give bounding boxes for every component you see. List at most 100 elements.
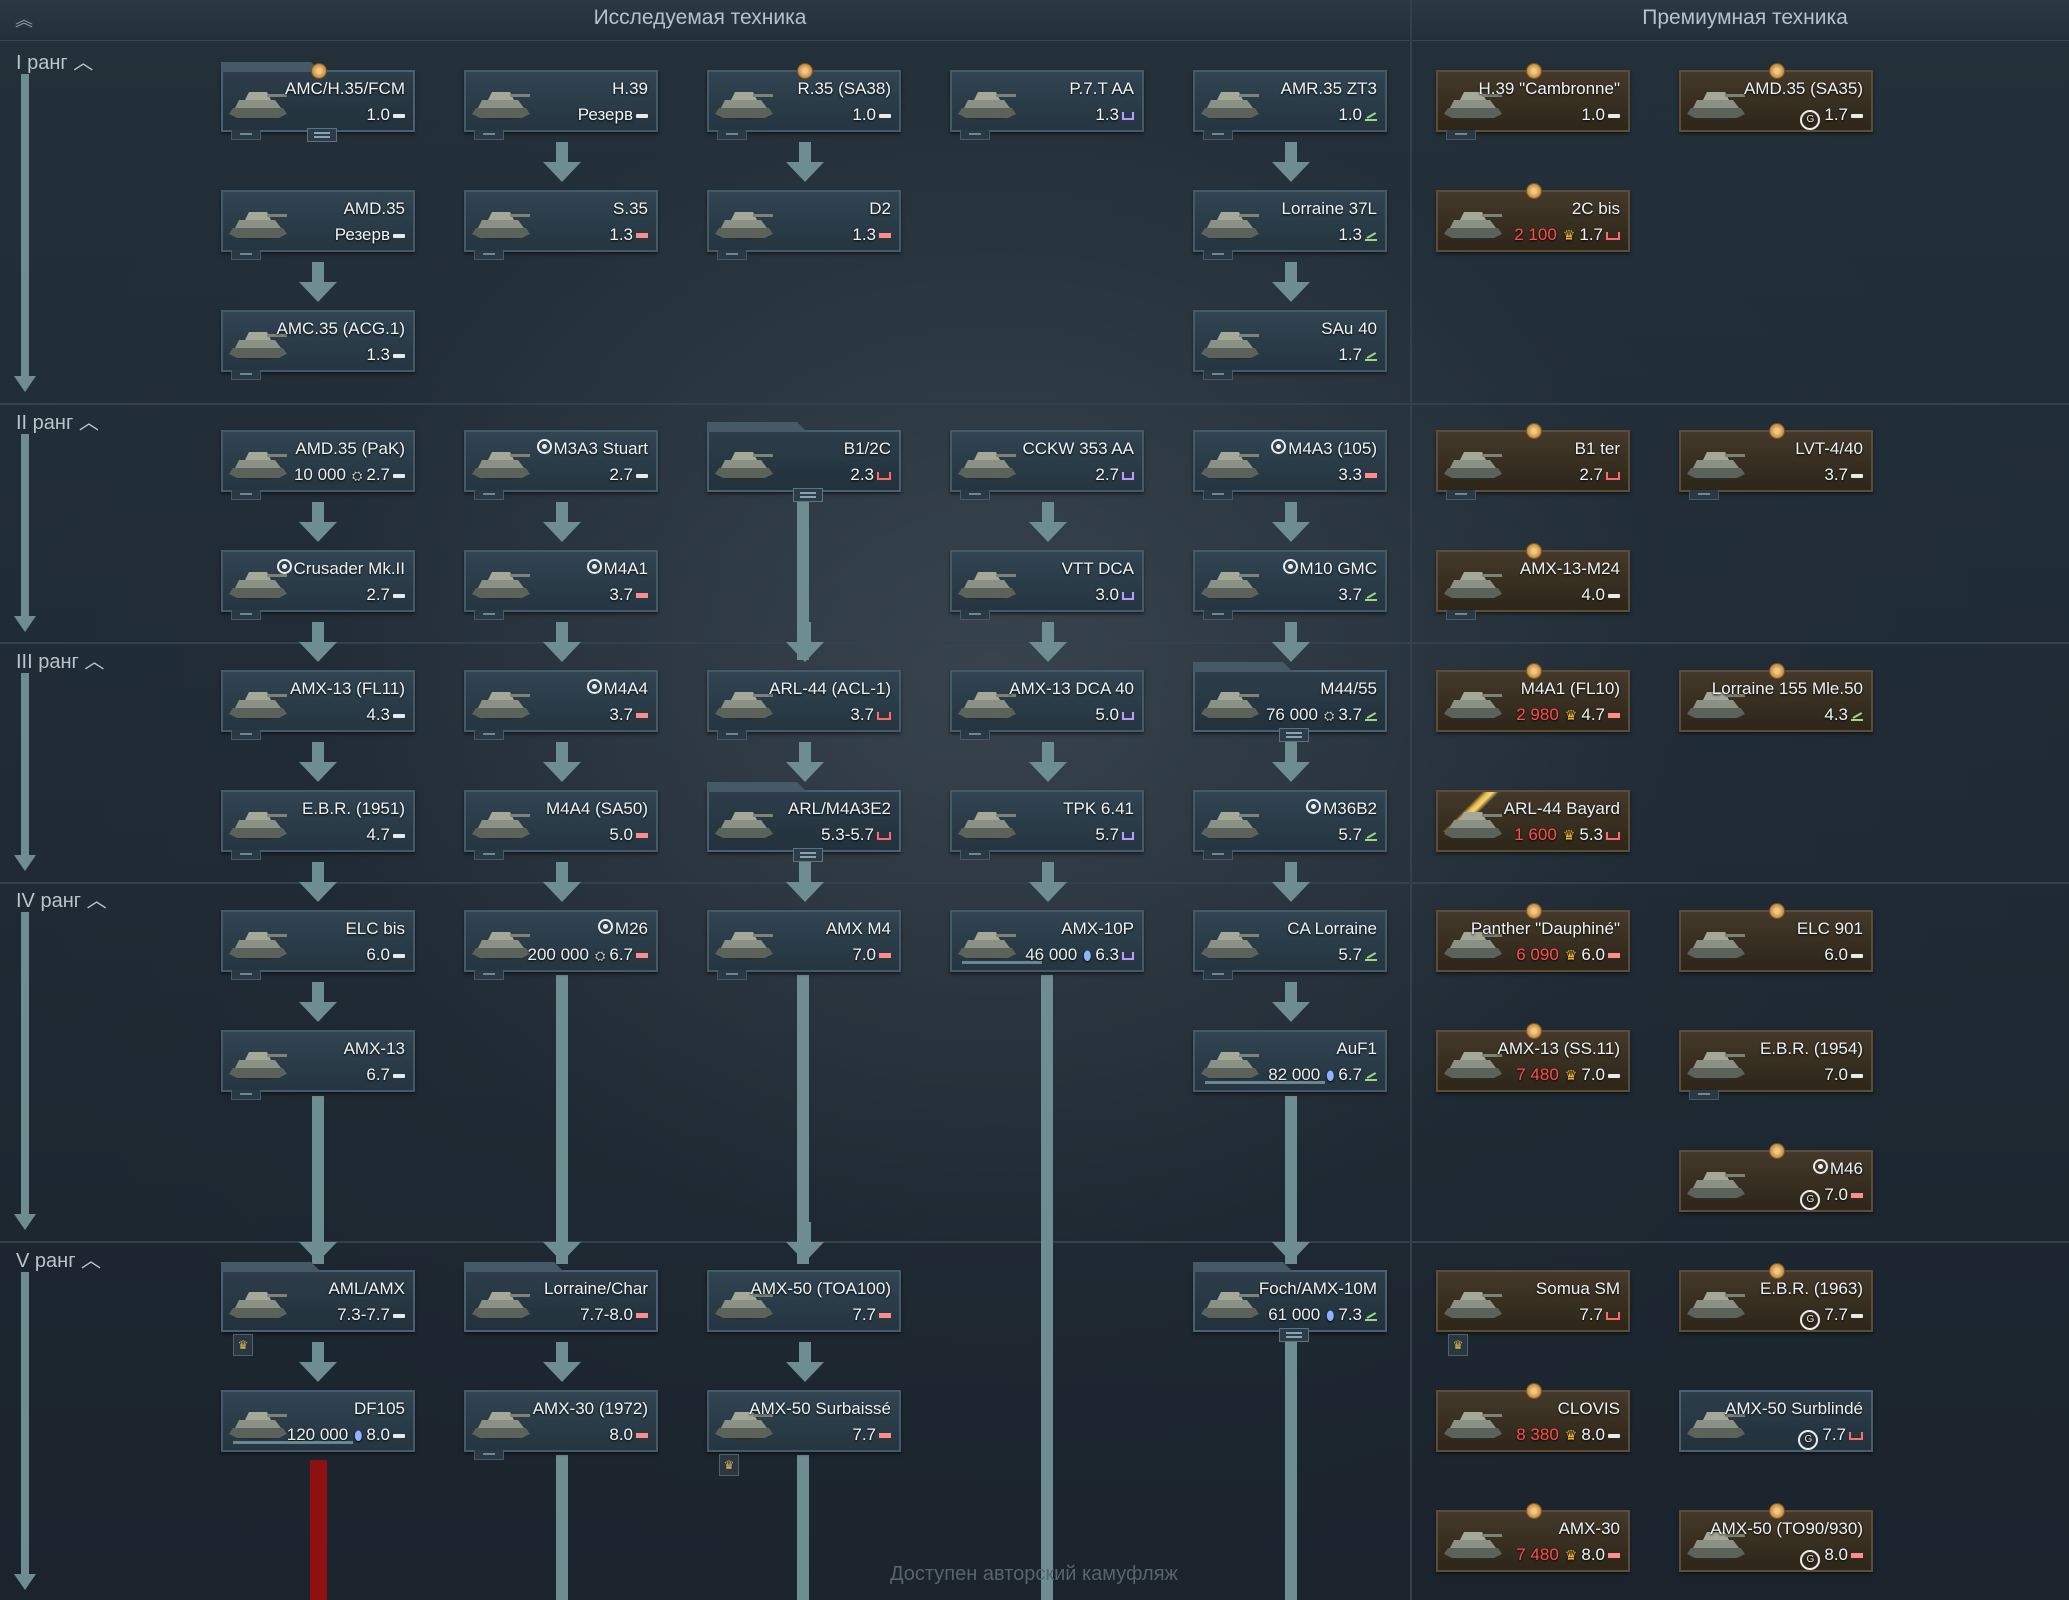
vehicle-card[interactable]: AMD.35 Резерв — [221, 190, 415, 260]
vehicle-card[interactable]: AMX-30 (1972) 8.0 — [464, 1390, 658, 1460]
vehicle-card[interactable]: M26 200 000 ⛭ 6.7 — [464, 910, 658, 980]
unlock-badge-icon — [1526, 423, 1542, 439]
premium-vehicle-card[interactable]: 2C bis 2 100 ♛ 1.7 — [1436, 183, 1630, 252]
arrow-down-icon — [1029, 622, 1067, 662]
vehicle-name: E.B.R. (1963) — [1760, 1279, 1863, 1298]
double-chevron-up-icon[interactable]: ︽ — [8, 6, 40, 34]
silver-lions-icon: ⬮ — [1326, 1068, 1335, 1083]
vehicle-card[interactable]: M4A4 3.7 — [464, 670, 658, 740]
vehicle-name: M4A1 — [586, 559, 648, 579]
vehicle-name: E.B.R. (1954) — [1760, 1039, 1863, 1058]
vehicle-card[interactable]: AML/AMX 7.3-7.7 ♛ — [221, 1262, 415, 1356]
vehicle-card[interactable]: H.39 Резерв — [464, 70, 658, 140]
tree-connector — [556, 975, 568, 1264]
premium-vehicle-card[interactable]: Panther "Dauphiné" 6 090 ♛ 6.0 — [1436, 903, 1630, 972]
vehicle-card[interactable]: CA Lorraine 5.7 — [1193, 910, 1387, 980]
research-points-icon: ⛭ — [594, 948, 606, 963]
vehicle-name: 2C bis — [1571, 199, 1620, 218]
light-tank-icon — [636, 113, 648, 118]
vehicle-card[interactable]: AMX-50 (TOA100) 7.7 — [707, 1270, 901, 1332]
premium-vehicle-card[interactable]: CLOVIS 8 380 ♛ 8.0 — [1436, 1383, 1630, 1452]
vehicle-name: CA Lorraine — [1287, 919, 1377, 938]
premium-vehicle-card[interactable]: LVT-4/40 3.7 — [1679, 423, 1873, 500]
light-tank-icon — [1851, 1313, 1863, 1318]
rank-label-5[interactable]: V ранг ︿ — [16, 1244, 101, 1273]
vehicle-card[interactable]: AMX-50 Surbaissé 7.7 ♛ — [707, 1390, 901, 1476]
vehicle-card[interactable]: M10 GMC 3.7 — [1193, 550, 1387, 620]
vehicle-card[interactable]: SAu 40 1.7 — [1193, 310, 1387, 380]
tank-icon — [229, 1052, 287, 1080]
vehicle-card[interactable]: AMC.35 (ACG.1) 1.3 — [221, 310, 415, 380]
vehicle-name: AMX-30 (1972) — [532, 1399, 648, 1418]
medium-tank-icon — [879, 233, 891, 239]
vehicle-card[interactable]: AMC/H.35/FCM 1.0 — [221, 62, 415, 142]
vehicle-card[interactable]: ELC bis 6.0 — [221, 910, 415, 980]
rank-label-1[interactable]: I ранг ︿ — [16, 46, 93, 75]
premium-vehicle-card[interactable]: E.B.R. (1954) 7.0 — [1679, 1030, 1873, 1100]
vehicle-card[interactable]: AMX-13 (FL11) 4.3 — [221, 670, 415, 740]
vehicle-card[interactable]: AMX-10P 46 000 ⬮ 6.3 — [950, 910, 1144, 972]
premium-vehicle-card[interactable]: B1 ter 2.7 — [1436, 423, 1630, 500]
vehicle-card[interactable]: M36B2 5.7 — [1193, 790, 1387, 860]
vehicle-card[interactable]: ARL/M4A3E2 5.3-5.7 — [707, 782, 901, 862]
vehicle-card[interactable]: M4A4 (SA50) 5.0 — [464, 790, 658, 860]
vehicle-card[interactable]: CCKW 353 AA 2.7 — [950, 430, 1144, 500]
arrow-down-icon — [543, 742, 581, 782]
vehicle-card[interactable]: AMD.35 (PaK) 10 000 ⛭ 2.7 — [221, 430, 415, 500]
vehicle-card[interactable]: Lorraine 37L 1.3 — [1193, 190, 1387, 260]
premium-vehicle-card[interactable]: AMX-13 (SS.11) 7 480 ♛ 7.0 — [1436, 1023, 1630, 1092]
rank-arrow — [14, 1272, 36, 1590]
premium-vehicle-card[interactable]: AMX-13-M24 4.0 — [1436, 543, 1630, 620]
arrow-down-icon — [786, 622, 824, 662]
medium-tank-icon — [1608, 713, 1620, 719]
arrow-down-icon — [1272, 862, 1310, 902]
rank-label-2[interactable]: II ранг ︿ — [16, 406, 99, 435]
vehicle-card[interactable]: AMX-13 6.7 — [221, 1030, 415, 1100]
premium-vehicle-card[interactable]: Lorraine 155 Mle.50 4.3 — [1679, 663, 1873, 732]
vehicle-card[interactable]: AMX-13 DCA 40 5.0 — [950, 670, 1144, 740]
rank-label-4[interactable]: IV ранг ︿ — [16, 884, 107, 913]
vehicle-name: D2 — [869, 199, 891, 218]
vehicle-card[interactable]: R.35 (SA38) 1.0 — [707, 63, 901, 140]
tank-icon — [1201, 1052, 1259, 1080]
vehicle-card[interactable]: E.B.R. (1951) 4.7 — [221, 790, 415, 860]
vehicle-card[interactable]: M3A3 Stuart 2.7 — [464, 430, 658, 500]
vehicle-card[interactable]: AMR.35 ZT3 1.0 — [1193, 70, 1387, 140]
vehicle-card[interactable]: M4A3 (105) 3.3 — [1193, 430, 1387, 500]
vehicle-card[interactable]: P.7.T AA 1.3 — [950, 70, 1144, 140]
vehicle-name: H.39 "Cambronne" — [1478, 79, 1620, 98]
tank-icon — [472, 452, 530, 480]
premium-vehicle-card[interactable]: M46 G 7.0 — [1679, 1143, 1873, 1212]
tank-icon — [1201, 212, 1259, 240]
vehicle-card[interactable]: Foch/AMX-10M 61 000 ⬮ 7.3 — [1193, 1262, 1387, 1342]
premium-vehicle-card[interactable]: H.39 "Cambronne" 1.0 — [1436, 63, 1630, 140]
vehicle-card[interactable]: Crusader Mk.II 2.7 — [221, 550, 415, 620]
vehicle-name: Crusader Mk.II — [276, 559, 405, 579]
premium-vehicle-card[interactable]: ELC 901 6.0 — [1679, 903, 1873, 972]
vehicle-card[interactable]: M44/55 76 000 ⛭ 3.7 — [1193, 662, 1387, 742]
premium-vehicle-card[interactable]: AMD.35 (SA35) G 1.7 — [1679, 63, 1873, 132]
tank-icon — [1687, 1172, 1745, 1200]
vehicle-card[interactable]: S.35 1.3 — [464, 190, 658, 260]
vehicle-card[interactable]: AMX M4 7.0 — [707, 910, 901, 980]
vehicle-name: SAu 40 — [1321, 319, 1377, 338]
premium-vehicle-card[interactable]: AMX-50 Surblindé G 7.7 — [1679, 1390, 1873, 1452]
premium-vehicle-card[interactable]: Somua SM 7.7 ♛ — [1436, 1270, 1630, 1356]
vehicle-card[interactable]: AuF1 82 000 ⬮ 6.7 — [1193, 1030, 1387, 1092]
vehicle-card[interactable]: TPK 6.41 5.7 — [950, 790, 1144, 860]
premium-vehicle-card[interactable]: AMX-50 (TO90/930) G 8.0 — [1679, 1503, 1873, 1572]
tree-connector — [797, 1455, 809, 1600]
rank-label-3[interactable]: III ранг ︿ — [16, 645, 104, 674]
vehicle-card[interactable]: VTT DCA 3.0 — [950, 550, 1144, 620]
unlock-badge-icon — [1526, 543, 1542, 559]
vehicle-card[interactable]: Lorraine/Char 7.7-8.0 — [464, 1262, 658, 1332]
premium-vehicle-card[interactable]: AMX-30 7 480 ♛ 8.0 — [1436, 1503, 1630, 1572]
premium-vehicle-card[interactable]: M4A1 (FL10) 2 980 ♛ 4.7 — [1436, 663, 1630, 732]
premium-vehicle-card[interactable]: ARL-44 Bayard 1 600 ♛ 5.3 — [1436, 790, 1630, 852]
vehicle-card[interactable]: B1/2C 2.3 — [707, 422, 901, 502]
vehicle-card[interactable]: M4A1 3.7 — [464, 550, 658, 620]
premium-vehicle-card[interactable]: E.B.R. (1963) G 7.7 — [1679, 1263, 1873, 1332]
vehicle-card[interactable]: D2 1.3 — [707, 190, 901, 260]
vehicle-card[interactable]: ARL-44 (ACL-1) 3.7 — [707, 670, 901, 740]
vehicle-card[interactable]: DF105 120 000 ⬮ 8.0 — [221, 1390, 415, 1452]
